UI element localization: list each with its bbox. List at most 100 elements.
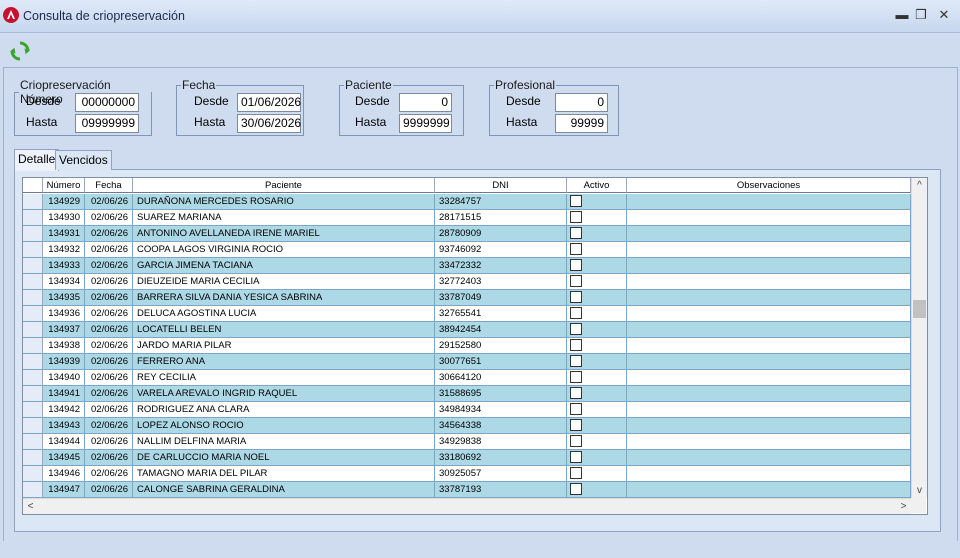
cell-activo[interactable] <box>567 466 627 482</box>
activo-checkbox[interactable] <box>570 211 582 223</box>
activo-checkbox[interactable] <box>570 483 582 495</box>
table-row[interactable]: 134939 02/06/26 FERRERO ANA 30077651 <box>23 354 911 370</box>
cell-activo[interactable] <box>567 402 627 418</box>
activo-checkbox[interactable] <box>570 371 582 383</box>
numero-hasta-input[interactable]: 09999999 <box>75 114 139 133</box>
cell-activo[interactable] <box>567 242 627 258</box>
cell-activo[interactable] <box>567 370 627 386</box>
scroll-left-icon[interactable]: < <box>23 499 38 514</box>
activo-checkbox[interactable] <box>570 323 582 335</box>
cell-activo[interactable] <box>567 338 627 354</box>
scroll-down-icon[interactable]: v <box>912 483 927 498</box>
activo-checkbox[interactable] <box>570 435 582 447</box>
row-selector[interactable] <box>23 354 43 370</box>
criopreservacion-grid[interactable]: Número Fecha Paciente DNI Activo Observa… <box>22 177 928 515</box>
fecha-hasta-input[interactable]: 30/06/2026 <box>237 114 301 133</box>
cell-activo[interactable] <box>567 354 627 370</box>
table-row[interactable]: 134932 02/06/26 COOPA LAGOS VIRGINIA ROCIO… <box>23 242 911 258</box>
table-row[interactable]: 134938 02/06/26 JARDO MARIA PILAR 29152580 <box>23 338 911 354</box>
table-row[interactable]: 134934 02/06/26 DIEUZEIDE MARIA CECILIA 327… <box>23 274 911 290</box>
scroll-up-icon[interactable]: ^ <box>912 178 927 193</box>
vertical-scroll-thumb[interactable] <box>913 300 926 318</box>
activo-checkbox[interactable] <box>570 195 582 207</box>
tab-vencidos[interactable]: Vencidos <box>55 150 112 170</box>
row-selector[interactable] <box>23 482 43 498</box>
table-row[interactable]: 134930 02/06/26 SUAREZ MARIANA 28171515 <box>23 210 911 226</box>
row-selector[interactable] <box>23 258 43 274</box>
row-selector[interactable] <box>23 418 43 434</box>
row-selector[interactable] <box>23 386 43 402</box>
table-row[interactable]: 134940 02/06/26 REY CECILIA 30664120 <box>23 370 911 386</box>
fecha-desde-input[interactable]: 01/06/2026 <box>237 93 301 112</box>
table-row[interactable]: 134931 02/06/26 ANTONINO AVELLANEDA IRENE … <box>23 226 911 242</box>
table-row[interactable]: 134936 02/06/26 DELUCA AGOSTINA LUCIA 32765… <box>23 306 911 322</box>
row-selector[interactable] <box>23 338 43 354</box>
activo-checkbox[interactable] <box>570 419 582 431</box>
activo-checkbox[interactable] <box>570 243 582 255</box>
activo-checkbox[interactable] <box>570 307 582 319</box>
activo-checkbox[interactable] <box>570 355 582 367</box>
row-selector[interactable] <box>23 274 43 290</box>
row-selector[interactable] <box>23 242 43 258</box>
cell-activo[interactable] <box>567 274 627 290</box>
cell-activo[interactable] <box>567 386 627 402</box>
cell-activo[interactable] <box>567 450 627 466</box>
table-row[interactable]: 134937 02/06/26 LOCATELLI BELEN 38942454 <box>23 322 911 338</box>
table-row[interactable]: 134945 02/06/26 DE CARLUCCIO MARIA NOEL 331… <box>23 450 911 466</box>
activo-checkbox[interactable] <box>570 451 582 463</box>
row-selector[interactable] <box>23 226 43 242</box>
cell-activo[interactable] <box>567 418 627 434</box>
table-row[interactable]: 134947 02/06/26 CALONGE SABRINA GERALDINA 3… <box>23 482 911 498</box>
row-selector[interactable] <box>23 290 43 306</box>
row-selector[interactable] <box>23 402 43 418</box>
header-numero[interactable]: Número <box>43 178 85 193</box>
paciente-hasta-input[interactable]: 9999999 <box>399 114 452 133</box>
restore-button[interactable]: ❐ <box>912 6 930 24</box>
table-row[interactable]: 134929 02/06/26 DURAÑONA MERCEDES ROSARIO 3… <box>23 194 911 210</box>
row-selector[interactable] <box>23 466 43 482</box>
activo-checkbox[interactable] <box>570 403 582 415</box>
table-row[interactable]: 134942 02/06/26 RODRIGUEZ ANA CLARA 3498493… <box>23 402 911 418</box>
cell-activo[interactable] <box>567 258 627 274</box>
cell-activo[interactable] <box>567 306 627 322</box>
cell-activo[interactable] <box>567 290 627 306</box>
paciente-desde-input[interactable]: 0 <box>399 93 452 112</box>
table-row[interactable]: 134935 02/06/26 BARRERA SILVA DANIA YESICA… <box>23 290 911 306</box>
row-selector[interactable] <box>23 322 43 338</box>
table-row[interactable]: 134933 02/06/26 GARCIA JIMENA TACIANA 33472… <box>23 258 911 274</box>
cell-activo[interactable] <box>567 210 627 226</box>
activo-checkbox[interactable] <box>570 291 582 303</box>
table-row[interactable]: 134944 02/06/26 NALLIM DELFINA MARIA 349298… <box>23 434 911 450</box>
activo-checkbox[interactable] <box>570 387 582 399</box>
minimize-button[interactable]: ▬ <box>893 6 911 24</box>
activo-checkbox[interactable] <box>570 339 582 351</box>
close-button[interactable]: ✕ <box>935 6 953 24</box>
cell-activo[interactable] <box>567 482 627 498</box>
row-selector[interactable] <box>23 450 43 466</box>
horizontal-scrollbar[interactable]: < > <box>23 498 911 514</box>
row-selector[interactable] <box>23 370 43 386</box>
table-row[interactable]: 134941 02/06/26 VARELA AREVALO INGRID RAQU… <box>23 386 911 402</box>
header-activo[interactable]: Activo <box>567 178 627 193</box>
cell-activo[interactable] <box>567 434 627 450</box>
row-selector[interactable] <box>23 434 43 450</box>
refresh-icon[interactable] <box>10 41 30 61</box>
table-row[interactable]: 134946 02/06/26 TAMAGNO MARIA DEL PILAR 309… <box>23 466 911 482</box>
cell-activo[interactable] <box>567 194 627 210</box>
vertical-scrollbar[interactable]: ^ v <box>911 178 927 498</box>
numero-desde-input[interactable]: 00000000 <box>75 93 139 112</box>
header-fecha[interactable]: Fecha <box>85 178 133 193</box>
activo-checkbox[interactable] <box>570 467 582 479</box>
scroll-right-icon[interactable]: > <box>896 499 911 514</box>
row-selector[interactable] <box>23 210 43 226</box>
row-selector[interactable] <box>23 306 43 322</box>
activo-checkbox[interactable] <box>570 227 582 239</box>
header-observaciones[interactable]: Observaciones <box>627 178 911 193</box>
profesional-hasta-input[interactable]: 99999 <box>555 114 608 133</box>
activo-checkbox[interactable] <box>570 259 582 271</box>
header-dni[interactable]: DNI <box>435 178 567 193</box>
row-selector[interactable] <box>23 194 43 210</box>
profesional-desde-input[interactable]: 0 <box>555 93 608 112</box>
cell-activo[interactable] <box>567 226 627 242</box>
tab-detalle[interactable]: Detalle <box>14 149 60 171</box>
